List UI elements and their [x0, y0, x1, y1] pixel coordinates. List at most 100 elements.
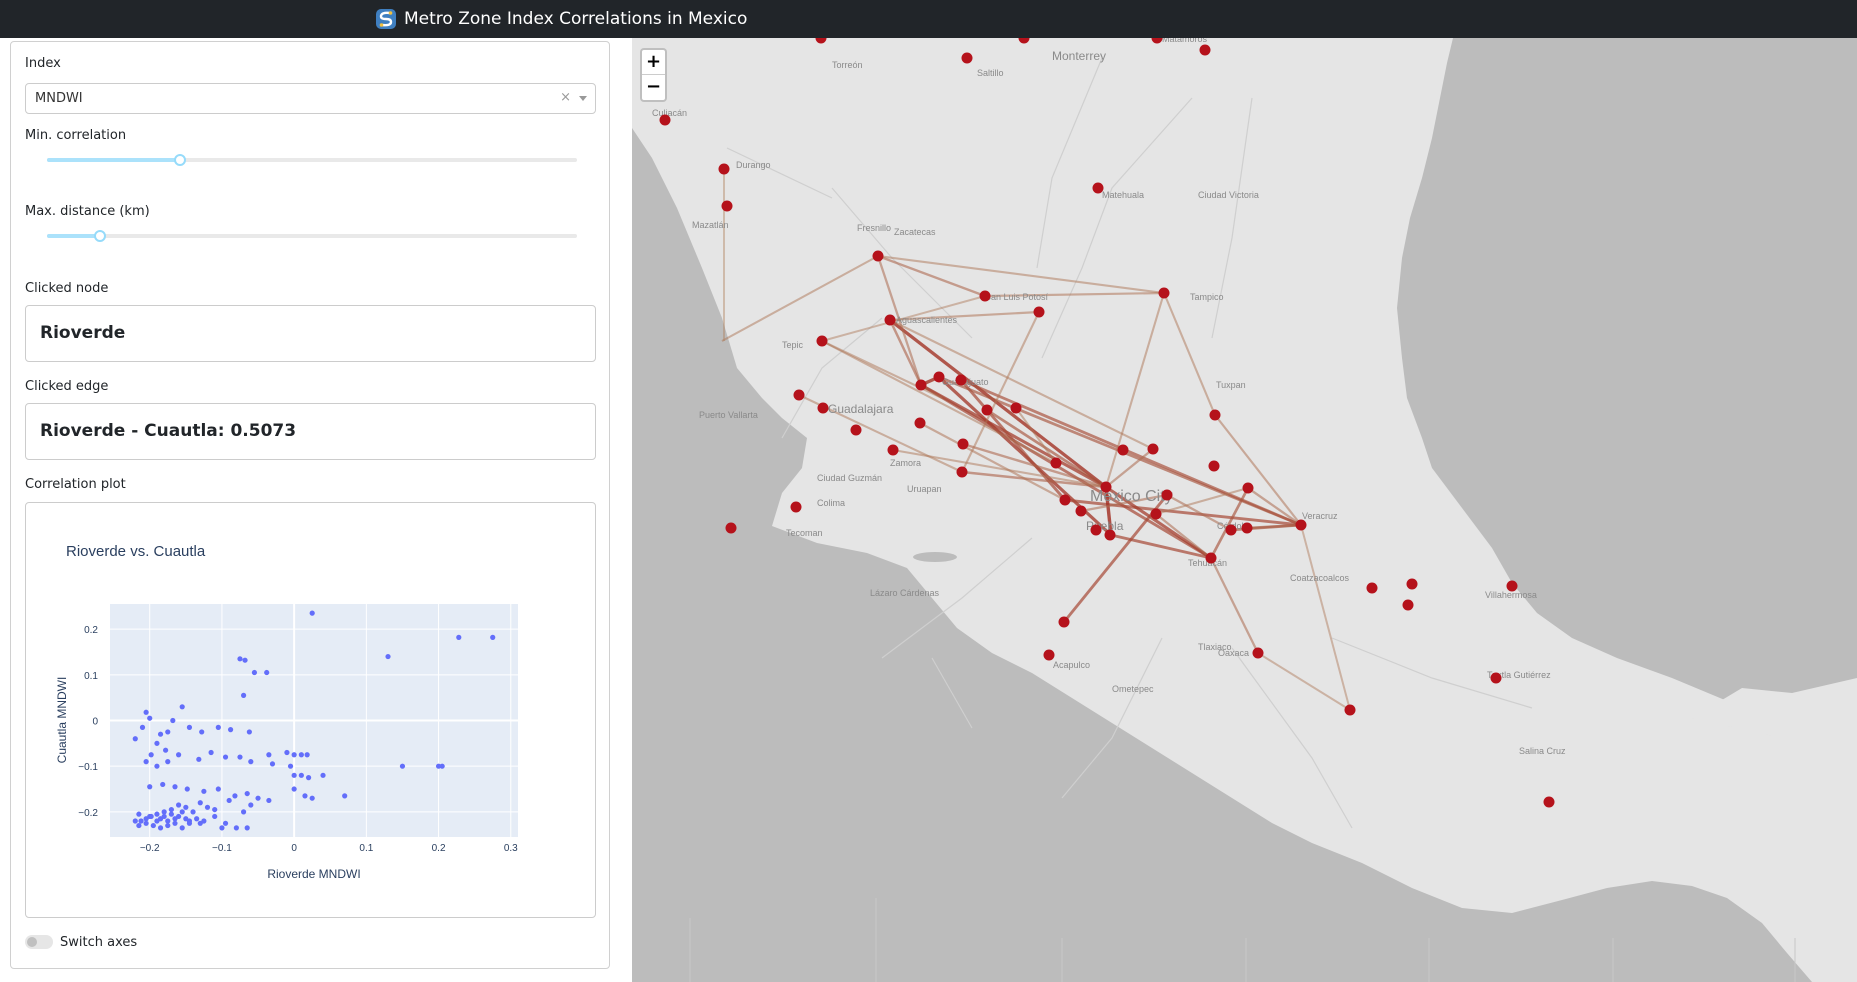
switch-axes-toggle[interactable] [25, 935, 53, 949]
metro-node[interactable] [1490, 672, 1502, 684]
metro-node[interactable] [872, 250, 884, 262]
metro-node[interactable] [1158, 287, 1170, 299]
metro-node[interactable] [1225, 524, 1237, 536]
metro-node[interactable] [1104, 529, 1116, 541]
scatter-point[interactable] [246, 729, 252, 735]
metro-node[interactable] [981, 404, 993, 416]
metro-node[interactable] [659, 114, 671, 126]
scatter-point[interactable] [179, 809, 185, 815]
scatter-point[interactable] [165, 729, 171, 735]
zoom-out-button[interactable]: − [642, 75, 665, 100]
scatter-point[interactable] [298, 752, 304, 758]
scatter-point[interactable] [240, 809, 247, 815]
scatter-point[interactable] [255, 795, 261, 801]
scatter-point[interactable] [244, 825, 250, 831]
metro-node[interactable] [816, 335, 828, 347]
metro-node[interactable] [1543, 796, 1555, 808]
zoom-control[interactable]: + − [640, 48, 667, 102]
scatter-point[interactable] [227, 727, 234, 733]
scatter-point[interactable] [197, 820, 203, 826]
scatter-point[interactable] [201, 788, 207, 794]
scatter-point[interactable] [439, 763, 445, 769]
scatter-point[interactable] [154, 811, 160, 817]
scatter-point[interactable] [139, 724, 146, 730]
metro-node[interactable] [1075, 505, 1087, 517]
scatter-point[interactable] [179, 825, 185, 831]
metro-node[interactable] [1402, 599, 1414, 611]
scatter-point[interactable] [176, 802, 182, 808]
metro-node[interactable] [884, 314, 896, 326]
scatter-point[interactable] [163, 747, 169, 753]
scatter-point[interactable] [157, 825, 164, 831]
scatter-point[interactable] [204, 804, 211, 810]
scatter-point[interactable] [302, 793, 308, 799]
map-canvas[interactable]: Monterrey Torreón Saltillo Matamoros Culiacá… [632, 38, 1857, 982]
metro-node[interactable] [850, 424, 862, 436]
metro-node[interactable] [887, 444, 899, 456]
scatter-point[interactable] [184, 786, 190, 792]
scatter-point[interactable] [215, 724, 221, 730]
chevron-down-icon[interactable] [579, 96, 587, 101]
scatter-point[interactable] [342, 793, 348, 799]
scatter-point[interactable] [160, 781, 166, 788]
metro-node[interactable] [1043, 649, 1055, 661]
scatter-point[interactable] [165, 822, 171, 829]
scatter-point[interactable] [233, 825, 239, 831]
scatter-point[interactable] [232, 793, 238, 799]
metro-node[interactable] [1147, 443, 1159, 455]
metro-node[interactable] [1092, 182, 1104, 194]
correlation-scatter-plot[interactable]: Rioverde vs. Cuautla −0.2 −0.1 0 0.1 0.2 0.3 0… [26, 503, 595, 917]
zoom-in-button[interactable]: + [642, 50, 665, 75]
scatter-point[interactable] [399, 763, 406, 769]
scatter-point[interactable] [266, 797, 272, 804]
scatter-point[interactable] [197, 800, 203, 806]
scatter-point[interactable] [222, 820, 229, 826]
metro-node[interactable] [817, 402, 829, 414]
metro-node[interactable] [933, 371, 945, 383]
scatter-point[interactable] [251, 669, 258, 676]
scatter-point[interactable] [148, 752, 154, 758]
scatter-point[interactable] [132, 736, 138, 742]
metro-node[interactable] [1344, 704, 1356, 716]
scatter-point[interactable] [298, 772, 304, 778]
scatter-point[interactable] [170, 717, 176, 724]
metro-node[interactable] [1059, 494, 1071, 506]
scatter-point[interactable] [240, 692, 247, 698]
scatter-point[interactable] [186, 724, 193, 730]
slider-handle[interactable] [94, 230, 106, 242]
metro-node[interactable] [1252, 647, 1264, 659]
slider-rail[interactable] [47, 234, 577, 238]
min-correlation-slider[interactable] [47, 152, 577, 168]
scatter-point[interactable] [165, 759, 171, 765]
network-map[interactable]: Monterrey Torreón Saltillo Matamoros Culiacá… [632, 38, 1857, 982]
scatter-point[interactable] [136, 822, 142, 829]
scatter-point[interactable] [176, 813, 182, 820]
scatter-point[interactable] [143, 759, 149, 765]
scatter-point[interactable] [291, 786, 297, 792]
scatter-point[interactable] [309, 795, 315, 801]
scatter-point[interactable] [385, 653, 391, 660]
scatter-point[interactable] [287, 763, 294, 769]
scatter-point[interactable] [172, 784, 178, 790]
metro-node[interactable] [915, 379, 927, 391]
metro-node[interactable] [1050, 457, 1062, 469]
scatter-point[interactable] [244, 790, 250, 797]
scatter-point[interactable] [199, 729, 205, 735]
metro-node[interactable] [1208, 460, 1220, 472]
metro-node[interactable] [1150, 508, 1162, 520]
scatter-point[interactable] [165, 818, 171, 824]
scatter-point[interactable] [266, 752, 272, 758]
scatter-point[interactable] [309, 610, 315, 616]
scatter-point[interactable] [186, 818, 193, 824]
metro-node[interactable] [1161, 489, 1173, 501]
metro-node[interactable] [725, 522, 737, 534]
slider-handle[interactable] [173, 154, 186, 166]
metro-node[interactable] [1209, 409, 1221, 421]
metro-node[interactable] [961, 52, 973, 64]
scatter-point[interactable] [154, 763, 160, 769]
scatter-point[interactable] [264, 669, 270, 676]
metro-node[interactable] [956, 466, 968, 478]
scatter-point[interactable] [154, 740, 160, 746]
metro-node[interactable] [1366, 582, 1378, 594]
scatter-point[interactable] [143, 816, 149, 822]
